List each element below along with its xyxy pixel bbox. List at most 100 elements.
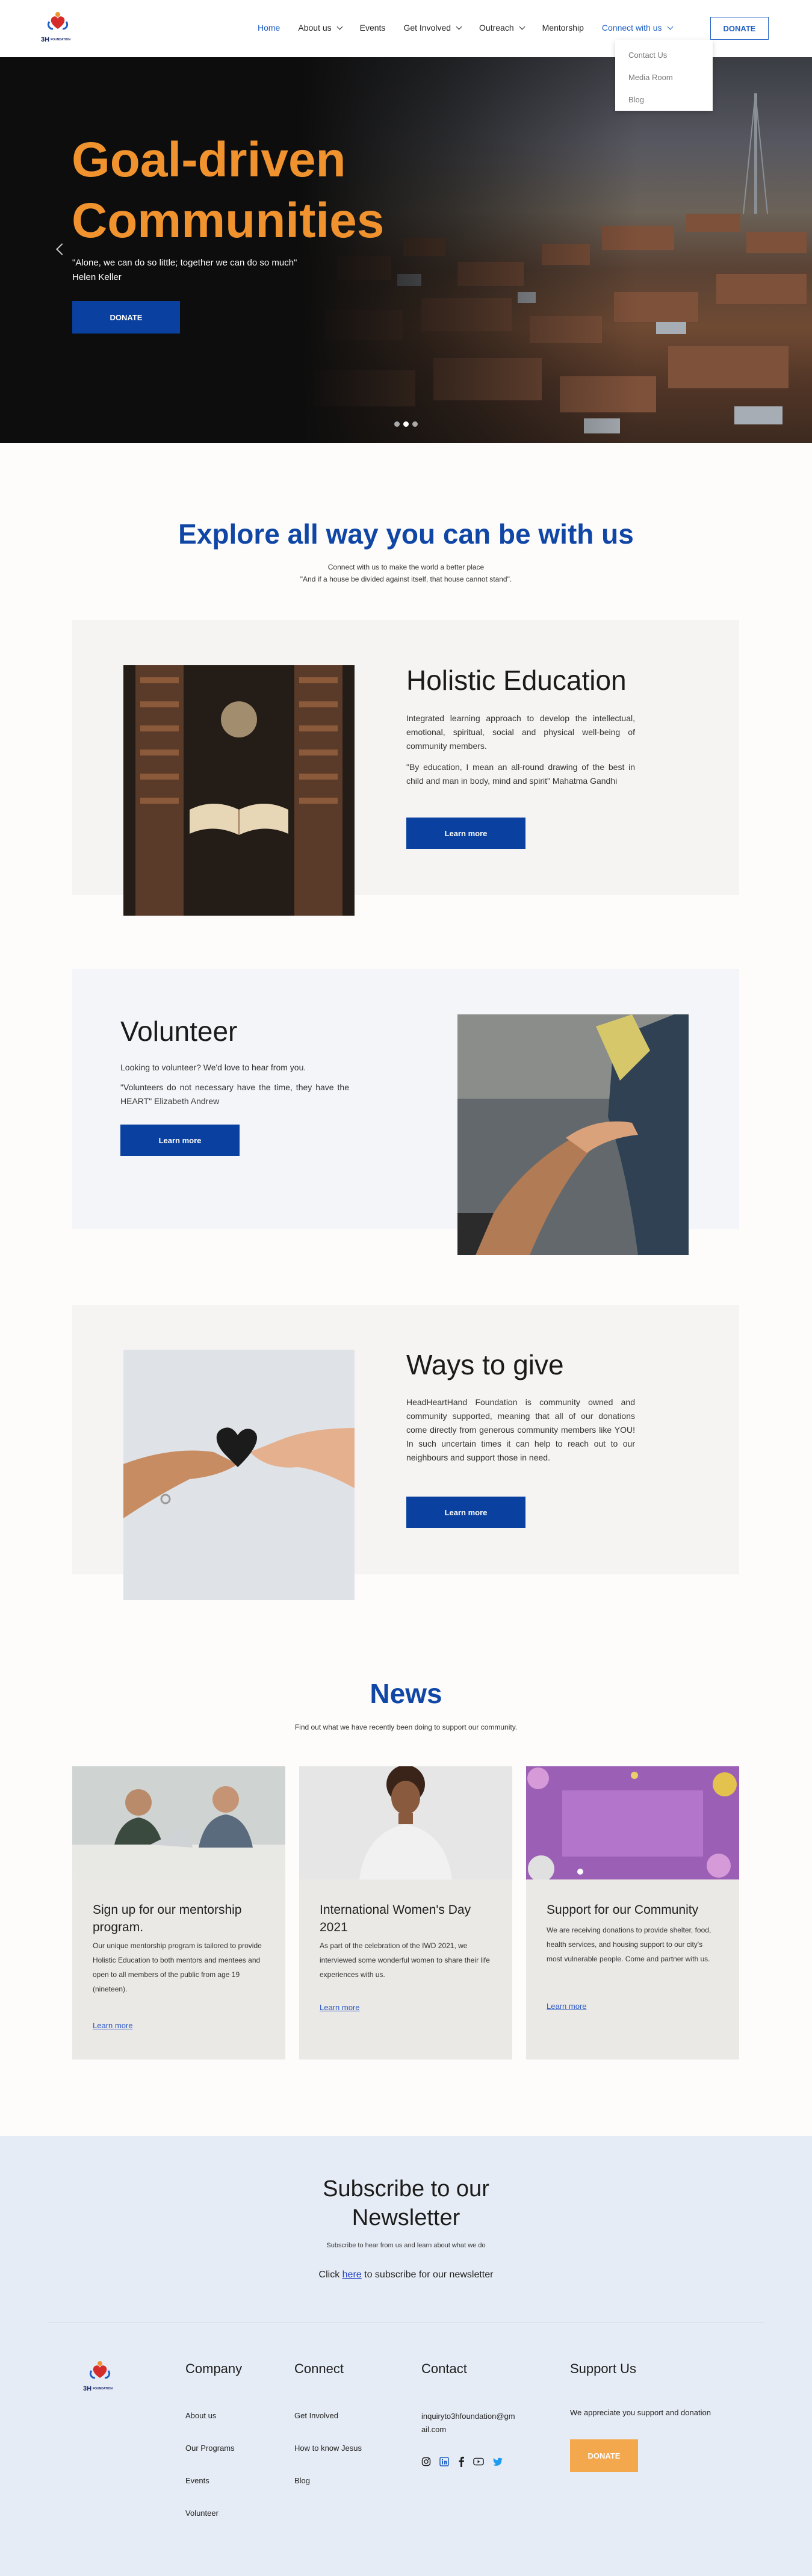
- nav-mentorship[interactable]: Mentorship: [542, 23, 584, 33]
- nav-about-label: About us: [298, 23, 332, 33]
- footer-socials: [421, 2456, 512, 2467]
- mentorship-image: [72, 1766, 285, 1879]
- nav-events-label: Events: [359, 23, 386, 33]
- nav-connect-label: Connect with us: [601, 23, 662, 33]
- linkedin-icon[interactable]: [439, 2457, 449, 2466]
- connect-dropdown-menu: Contact Us Media Room Blog: [615, 40, 713, 111]
- slider-dot-active[interactable]: [403, 421, 409, 427]
- news-card-mentorship[interactable]: Sign up for our mentorship program. Our …: [72, 1766, 285, 2059]
- news-learn-more-link[interactable]: Learn more: [320, 2003, 359, 2012]
- nav-get-involved[interactable]: Get Involved: [403, 23, 462, 33]
- site-header: 3H FOUNDATION Home About us Events Get In…: [0, 0, 812, 111]
- news-title: Support for our Community: [547, 1903, 699, 1917]
- community-support-image: [526, 1766, 739, 1879]
- chevron-down-icon: [667, 23, 673, 29]
- womens-day-image: [299, 1766, 512, 1879]
- hero-donate-button[interactable]: DONATE: [72, 301, 180, 334]
- explore-subtitle-line: Connect with us to make the world a bett…: [327, 563, 485, 571]
- footer-link-know-jesus[interactable]: How to know Jesus: [294, 2444, 362, 2453]
- volunteer-text: Looking to volunteer? We'd love to hear …: [120, 1063, 306, 1072]
- subscribe-cta-prefix: Click: [318, 2270, 342, 2280]
- volunteer-quote: "Volunteers do not necessary have the ti…: [120, 1082, 349, 1106]
- facebook-icon[interactable]: [457, 2456, 465, 2467]
- nav-outreach[interactable]: Outreach: [479, 23, 525, 33]
- hero-quote: "Alone, we can do so little; together we…: [72, 256, 373, 285]
- subscribe-description: Subscribe to hear from us and learn abou…: [326, 2242, 486, 2249]
- volunteer-learn-more-button[interactable]: Learn more: [120, 1125, 240, 1156]
- subscribe-cta: Click here to subscribe for our newslett…: [0, 2270, 812, 2280]
- explore-subtitle: Connect with us to make the world a bett…: [0, 561, 812, 585]
- slider-dot[interactable]: [412, 421, 418, 427]
- nav-events[interactable]: Events: [360, 23, 386, 33]
- subscribe-cta-suffix: to subscribe for our newsletter: [361, 2270, 494, 2280]
- explore-quote: "And if a house be divided against itsel…: [300, 575, 512, 583]
- twitter-icon[interactable]: [492, 2457, 503, 2466]
- ways-to-give-learn-more-button[interactable]: Learn more: [406, 1497, 525, 1528]
- subscribe-title-text: Subscribe to our Newsletter: [323, 2176, 489, 2230]
- hands-image: [457, 1014, 689, 1255]
- heart-hands-image: [123, 1350, 355, 1600]
- explore-heading: Explore all way you can be with us: [178, 518, 634, 550]
- subscribe-here-link[interactable]: here: [342, 2270, 362, 2280]
- chevron-down-icon: [519, 23, 525, 29]
- ways-to-give-card: Ways to give HeadHeartHand Foundation is…: [72, 1305, 739, 1600]
- ways-to-give-title: Ways to give: [406, 1349, 564, 1380]
- slider-dots: [394, 421, 421, 427]
- youtube-icon[interactable]: [473, 2457, 484, 2466]
- subscribe-title: Subscribe to our Newsletter: [0, 2174, 812, 2232]
- footer-link-about[interactable]: About us: [185, 2411, 216, 2420]
- chevron-down-icon: [456, 23, 462, 29]
- ways-to-give-text: HeadHeartHand Foundation is community ow…: [406, 1397, 635, 1462]
- education-title: Holistic Education: [406, 665, 627, 696]
- footer-link-get-involved[interactable]: Get Involved: [294, 2411, 338, 2420]
- hero-quote-text: "Alone, we can do so little; together we…: [72, 258, 297, 268]
- site-logo[interactable]: 3H FOUNDATION: [41, 11, 95, 47]
- logo-mark: [89, 2361, 111, 2379]
- nav-home[interactable]: Home: [258, 23, 280, 33]
- logo-text: 3H: [41, 36, 50, 43]
- nav-outreach-label: Outreach: [479, 23, 514, 33]
- nav-about[interactable]: About us: [298, 23, 343, 33]
- footer-link-programs[interactable]: Our Programs: [185, 2444, 235, 2453]
- header-donate-button[interactable]: DONATE: [710, 17, 769, 40]
- nav-mentorship-label: Mentorship: [542, 23, 584, 33]
- news-text: Our unique mentorship program is tailore…: [93, 1941, 262, 1993]
- logo-text: 3H: [83, 2385, 92, 2392]
- dropdown-item-contact[interactable]: Contact Us: [615, 45, 713, 67]
- hero-slider: Goal-driven Communities "Alone, we can d…: [0, 57, 812, 443]
- footer-logo[interactable]: 3H FOUNDATION: [83, 2360, 137, 2396]
- footer-link-volunteer[interactable]: Volunteer: [185, 2509, 218, 2518]
- main-nav: Home About us Events Get Involved Outrea…: [258, 23, 690, 33]
- footer-support-text: We appreciate you support and donation: [570, 2408, 711, 2417]
- footer-donate-button[interactable]: DONATE: [570, 2439, 638, 2472]
- news-learn-more-link[interactable]: Learn more: [547, 2002, 586, 2011]
- slider-prev-arrow-icon[interactable]: [56, 243, 68, 255]
- education-quote: "By education, I mean an all-round drawi…: [406, 762, 635, 786]
- footer-contact-email[interactable]: inquiryto3hfoundation@gmail.com: [421, 2410, 518, 2436]
- dropdown-item-media-room[interactable]: Media Room: [615, 67, 713, 89]
- news-card-womens-day[interactable]: International Women's Day 2021 As part o…: [299, 1766, 512, 2059]
- news-text: We are receiving donations to provide sh…: [547, 1926, 711, 1963]
- news-learn-more-link[interactable]: Learn more: [93, 2021, 132, 2030]
- news-text: As part of the celebration of the IWD 20…: [320, 1941, 490, 1979]
- chevron-down-icon: [336, 23, 343, 29]
- slider-dot[interactable]: [394, 421, 400, 427]
- instagram-icon[interactable]: [421, 2457, 431, 2466]
- education-card: Holistic Education Integrated learning a…: [72, 620, 739, 916]
- footer-link-events[interactable]: Events: [185, 2476, 209, 2485]
- hero-title: Goal-driven Communities: [72, 132, 385, 248]
- news-card-community-support[interactable]: Support for our Community We are receivi…: [526, 1766, 739, 2059]
- education-text: Integrated learning approach to develop …: [406, 713, 635, 751]
- dropdown-item-blog[interactable]: Blog: [615, 89, 713, 111]
- logo-mark: [47, 12, 69, 30]
- footer-support-title: Support Us: [570, 2361, 637, 2376]
- footer-contact-title: Contact: [421, 2361, 467, 2376]
- nav-home-label: Home: [258, 23, 280, 33]
- news-title: Sign up for our mentorship program.: [93, 1903, 242, 1934]
- volunteer-title: Volunteer: [120, 1016, 238, 1047]
- education-learn-more-button[interactable]: Learn more: [406, 818, 525, 849]
- footer-link-blog[interactable]: Blog: [294, 2476, 310, 2485]
- nav-connect[interactable]: Connect with us: [601, 23, 673, 33]
- volunteer-card: Volunteer Looking to volunteer? We'd lov…: [72, 969, 739, 1255]
- footer-company-title: Company: [185, 2361, 243, 2376]
